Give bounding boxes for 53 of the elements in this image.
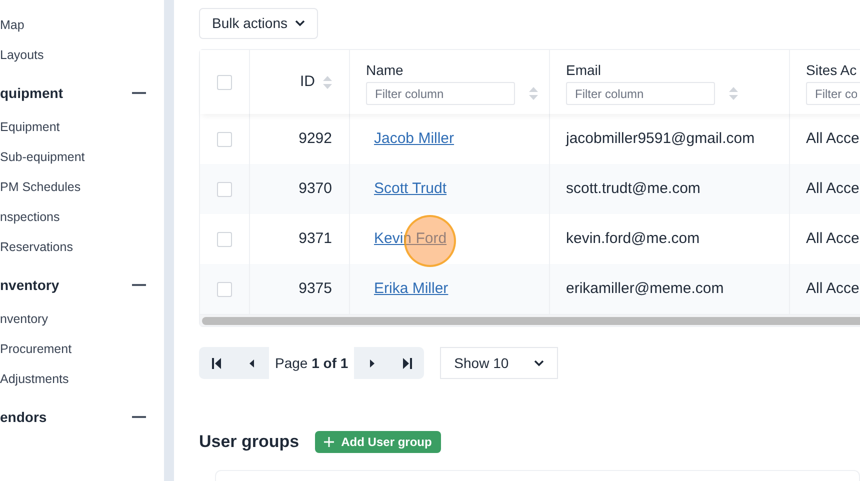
table-cell-text: All Acce [806,278,860,299]
sidebar-item[interactable]: PM Schedules [0,172,81,202]
last-page-icon[interactable] [402,358,412,368]
page-size-dropdown[interactable]: Show 10 [440,347,558,379]
section-title: User groups [199,431,300,453]
table-cell-text: jacobmiller9591@gmail.com [566,128,755,149]
plus-icon [324,436,334,447]
first-page-icon[interactable] [212,358,222,368]
table-cell-text: 9292 [298,128,332,149]
sort-icon[interactable] [323,76,332,88]
section-heading: nventory [0,276,60,295]
sidebar-item[interactable]: Equipment [0,112,60,142]
scrollbar-thumb[interactable] [202,316,860,324]
sidebar-item[interactable]: Procurement [0,334,72,364]
name-link[interactable]: Jacob Miller [374,128,454,150]
column-header[interactable]: Sites Ac [806,61,860,79]
chevron-down-icon [534,360,544,366]
sidebar-item[interactable]: Reservations [0,232,73,262]
name-link[interactable]: Scott Trudt [374,178,447,200]
column-header[interactable]: Email [566,61,789,79]
sidebar-item[interactable]: nspections [0,202,60,232]
checkbox[interactable] [217,282,232,296]
table-cell-text: 9375 [298,278,332,299]
sidebar-item[interactable]: Map [0,10,24,40]
checkbox[interactable] [217,132,232,146]
table-cell-text: kevin.ford@me.com [566,228,700,249]
checkbox[interactable] [217,74,232,90]
name-link[interactable]: Erika Miller [374,278,448,300]
section-heading: quipment [0,84,63,103]
sidebar-item[interactable]: nventory [0,304,48,334]
table-cell-text: All Acce [806,228,860,249]
checkbox[interactable] [217,232,232,246]
table-cell-text: 9370 [298,178,332,199]
table-cell-text: scott.trudt@me.com [566,178,700,199]
table-cell-text: All Acce [806,128,860,149]
sidebar-item[interactable]: Sub-equipment [0,142,85,172]
table-cell-text: erikamiller@meme.com [566,278,724,299]
sort-icon[interactable] [529,87,538,100]
filter-field[interactable]: Filter column [566,82,715,105]
filter-field[interactable]: Filter column [366,82,515,105]
chevron-down-icon [295,20,306,27]
section-heading: endors [0,408,47,426]
page-indicator: Page 1 of 1 [274,354,350,373]
sort-icon[interactable] [729,87,738,100]
column-header[interactable]: ID [300,70,315,94]
sidebar-item[interactable]: Adjustments [0,364,69,394]
filter-field[interactable]: Filter co [806,82,860,105]
column-header[interactable]: Name [366,61,549,79]
bulk-actions-dropdown[interactable]: Bulk actions [199,8,318,39]
sidebar-item[interactable]: Layouts [0,40,44,70]
checkbox[interactable] [217,182,232,196]
table-cell-text: 9371 [298,228,332,249]
table-cell-text: All Acce [806,178,860,199]
